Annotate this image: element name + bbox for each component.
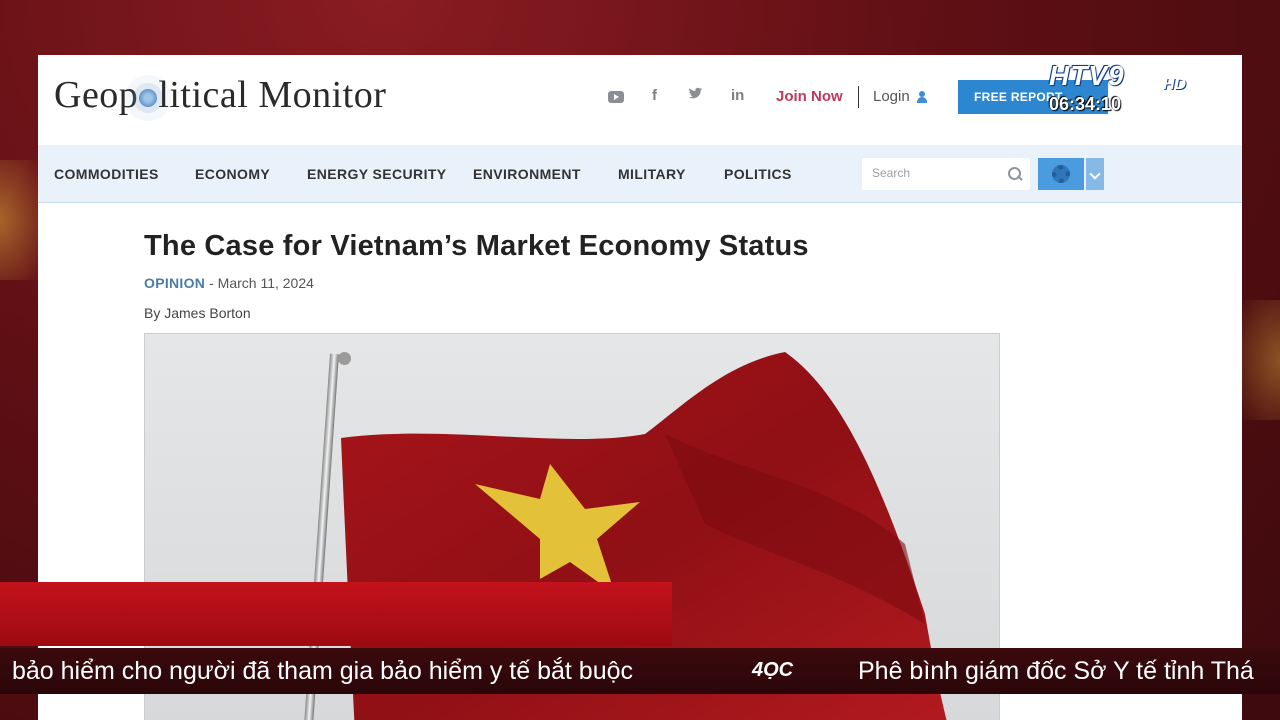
logo-text: Geop xyxy=(54,74,139,116)
ticker-text: Phê bình giám đốc Sở Y tế tỉnh Thá xyxy=(858,657,1254,685)
search-input[interactable] xyxy=(872,166,1002,180)
settings-button[interactable] xyxy=(1038,158,1084,190)
broadcast-red-banner xyxy=(0,582,672,646)
user-icon xyxy=(916,91,928,103)
ticker-channel-logo: 4ỌC xyxy=(752,659,794,681)
ticker-text: bảo hiểm cho người đã tham gia bảo hiểm … xyxy=(12,657,634,685)
article-header: The Case for Vietnam’s Market Economy St… xyxy=(144,230,1104,321)
search-box xyxy=(862,158,1030,190)
news-ticker: bảo hiểm cho người đã tham gia bảo hiểm … xyxy=(0,648,1280,694)
article-meta: OPINION - March 11, 2024 xyxy=(144,275,1104,291)
nav-item-economy[interactable]: ECONOMY xyxy=(195,166,270,182)
meta-separator: - xyxy=(205,275,218,291)
facebook-icon[interactable]: f xyxy=(652,87,657,104)
youtube-icon[interactable] xyxy=(608,91,624,103)
broadcast-clock: 06:34:10 xyxy=(1049,94,1122,114)
main-nav: COMMODITIES ECONOMY ENERGY SECURITY ENVI… xyxy=(38,145,1242,203)
settings-dropdown-button[interactable] xyxy=(1086,158,1104,190)
nav-item-politics[interactable]: POLITICS xyxy=(724,166,792,182)
channel-name: HTV9 xyxy=(1049,60,1125,91)
nav-item-commodities[interactable]: COMMODITIES xyxy=(54,166,159,182)
hd-badge: HD xyxy=(1163,76,1187,93)
logo-text: litical Monitor xyxy=(158,74,387,116)
linkedin-icon[interactable]: in xyxy=(731,87,744,104)
twitter-icon[interactable] xyxy=(688,87,703,104)
background-glow xyxy=(0,160,40,280)
globe-icon xyxy=(139,89,158,108)
article-byline: By James Borton xyxy=(144,305,251,321)
login-link[interactable]: Login xyxy=(873,88,910,105)
search-icon[interactable] xyxy=(1008,167,1022,181)
nav-item-environment[interactable]: ENVIRONMENT xyxy=(473,166,581,182)
chevron-down-icon xyxy=(1089,168,1101,180)
nav-item-military[interactable]: MILITARY xyxy=(618,166,686,182)
article-date: March 11, 2024 xyxy=(217,275,314,291)
join-now-link[interactable]: Join Now xyxy=(776,88,843,105)
article-category-link[interactable]: OPINION xyxy=(144,275,205,291)
gear-icon xyxy=(1052,165,1070,183)
site-logo[interactable]: Geop litical Monitor xyxy=(54,73,386,117)
channel-logo: HTV9 HD 06:34:10 xyxy=(1045,56,1195,116)
article-title: The Case for Vietnam’s Market Economy St… xyxy=(144,230,809,262)
nav-item-energy-security[interactable]: ENERGY SECURITY xyxy=(307,166,447,182)
background-glow xyxy=(1240,300,1280,420)
divider xyxy=(858,86,859,108)
